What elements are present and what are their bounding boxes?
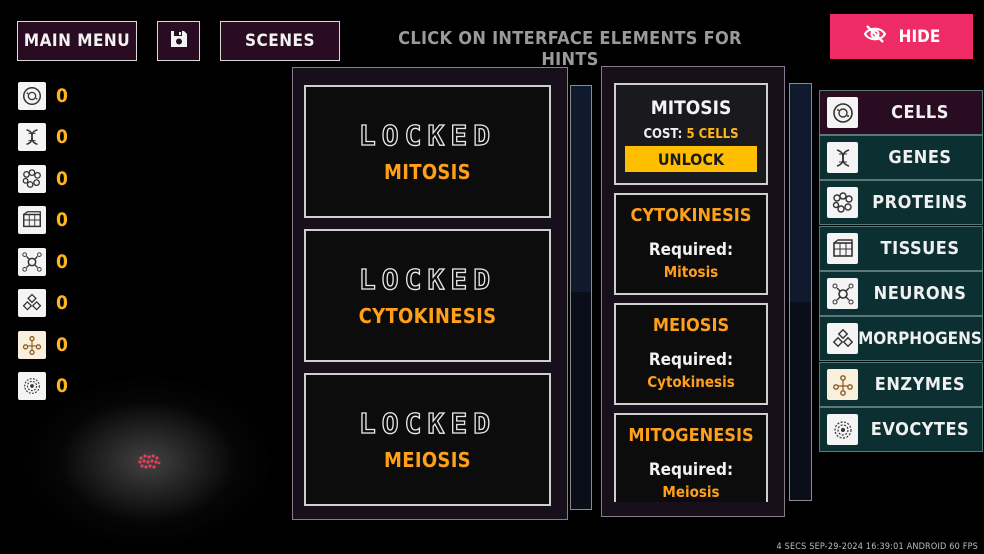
status-bar: 4 SECS SEP-29-2024 16:39:01 ANDROID 60 F…	[776, 542, 978, 552]
resource-genes[interactable]: 0	[18, 123, 68, 151]
category-label: TISSUES	[880, 238, 960, 259]
resource-count: 0	[56, 375, 68, 397]
locked-upgrade-name: MEIOSIS	[384, 448, 471, 472]
category-label: MORPHOGENS	[858, 328, 982, 349]
locked-card-mitosis[interactable]: LOCKED MITOSIS	[304, 85, 551, 218]
category-genes[interactable]: GENES	[819, 135, 983, 180]
resource-tissues[interactable]: 0	[18, 206, 68, 234]
evocyte-icon	[827, 414, 858, 445]
category-tissues[interactable]: TISSUES	[819, 226, 983, 271]
hide-label: HIDE	[898, 26, 941, 47]
resource-count: 0	[56, 126, 68, 148]
required-value: Meiosis	[662, 483, 720, 501]
locked-upgrade-name: CYTOKINESIS	[358, 304, 497, 328]
hint-text: CLICK ON INTERFACE ELEMENTS FOR HINTS	[398, 28, 742, 70]
cost-value: 5 CELLS	[686, 127, 739, 142]
tissue-icon	[827, 233, 858, 264]
upgrade-title: CYTOKINESIS	[630, 205, 752, 226]
upgrade-card-mitogenesis[interactable]: MITOGENESIS Required: Meiosis	[614, 413, 768, 502]
category-label: PROTEINS	[872, 192, 968, 213]
category-enzymes[interactable]: ENZYMES	[819, 362, 983, 407]
scrollbar-thumb[interactable]	[790, 84, 811, 302]
resource-count: 0	[56, 334, 68, 356]
neuron-icon	[827, 278, 858, 309]
category-label: EVOCYTES	[870, 419, 970, 440]
cell-icon	[827, 97, 858, 128]
enzyme-icon	[827, 369, 858, 400]
locked-card-cytokinesis[interactable]: LOCKED CYTOKINESIS	[304, 229, 551, 362]
selected-upgrade-title: MITOSIS	[650, 97, 732, 119]
resource-enzymes[interactable]: 0	[18, 331, 68, 359]
locked-label: LOCKED	[358, 406, 497, 440]
evocyte-icon	[18, 372, 46, 400]
cost-label: COST:	[643, 127, 683, 142]
resource-morphogens[interactable]: 0	[18, 289, 68, 317]
required-value: Mitosis	[663, 263, 719, 281]
enzyme-icon	[18, 331, 46, 359]
locked-card-meiosis[interactable]: LOCKED MEIOSIS	[304, 373, 551, 506]
neuron-icon	[18, 248, 46, 276]
locked-label: LOCKED	[358, 262, 497, 296]
upgrade-title: MITOGENESIS	[628, 425, 754, 446]
resource-cells[interactable]: 0	[18, 82, 68, 110]
required-value: Cytokinesis	[647, 373, 735, 391]
upgrade-card-cytokinesis[interactable]: CYTOKINESIS Required: Mitosis	[614, 193, 768, 295]
cell-icon	[18, 82, 46, 110]
category-neurons[interactable]: NEURONS	[819, 271, 983, 316]
category-morphogens[interactable]: MORPHOGENS	[819, 316, 983, 361]
required-label: Required:	[648, 460, 734, 480]
main-menu-button[interactable]: MAIN MENU	[17, 21, 137, 61]
locked-panel-scrollbar[interactable]	[570, 85, 592, 510]
save-button[interactable]	[157, 21, 200, 61]
protein-icon	[827, 187, 858, 218]
resource-count: 0	[56, 251, 68, 273]
cell-organism[interactable]	[136, 452, 162, 472]
hide-button[interactable]: HIDE	[830, 14, 973, 59]
locked-label: LOCKED	[358, 118, 497, 152]
required-label: Required:	[648, 240, 734, 260]
selected-upgrade-card[interactable]: MITOSIS COST: 5 CELLS UNLOCK	[614, 83, 768, 185]
dna-icon	[18, 123, 46, 151]
protein-icon	[18, 165, 46, 193]
category-label: GENES	[888, 147, 952, 168]
scrollbar-thumb[interactable]	[571, 86, 591, 292]
resource-count: 0	[56, 292, 68, 314]
resource-count: 0	[56, 85, 68, 107]
resource-count: 0	[56, 168, 68, 190]
category-evocytes[interactable]: EVOCYTES	[819, 407, 983, 452]
category-cells[interactable]: CELLS	[819, 90, 983, 135]
required-label: Required:	[648, 350, 734, 370]
resource-neurons[interactable]: 0	[18, 248, 68, 276]
category-label: CELLS	[891, 102, 949, 123]
resource-evocytes[interactable]: 0	[18, 372, 68, 400]
game-screen: MAIN MENU SCENES CLICK ON INTERFACE ELEM…	[0, 0, 984, 554]
category-proteins[interactable]: PROTEINS	[819, 180, 983, 225]
resource-count: 0	[56, 209, 68, 231]
upgrade-card-meiosis[interactable]: MEIOSIS Required: Cytokinesis	[614, 303, 768, 405]
resource-proteins[interactable]: 0	[18, 165, 68, 193]
category-label: ENZYMES	[874, 374, 966, 395]
locked-upgrade-name: MITOSIS	[384, 160, 471, 184]
floppy-disk-icon	[169, 29, 189, 54]
category-label: NEURONS	[873, 283, 967, 304]
upgrades-panel-scrollbar[interactable]	[789, 83, 812, 501]
tissue-icon	[18, 206, 46, 234]
morphogen-icon	[18, 289, 46, 317]
cost-line: COST: 5 CELLS	[643, 127, 738, 142]
scenes-button[interactable]: SCENES	[220, 21, 340, 61]
dna-icon	[827, 142, 858, 173]
upgrade-title: MEIOSIS	[652, 315, 730, 336]
eye-slash-icon	[863, 24, 887, 49]
morphogen-icon	[827, 323, 858, 354]
unlock-button[interactable]: UNLOCK	[625, 146, 757, 172]
